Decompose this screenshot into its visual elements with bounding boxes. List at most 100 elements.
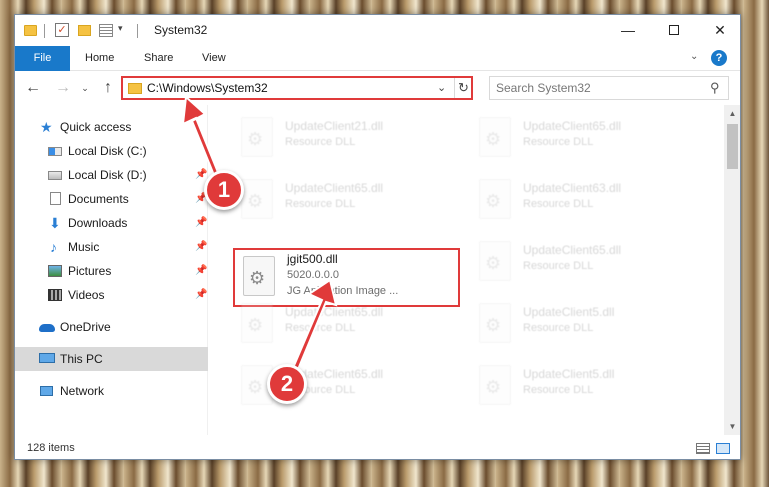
folder-icon <box>24 25 37 36</box>
refresh-button[interactable]: ↻ <box>454 78 472 98</box>
nav-item-network[interactable]: Network <box>15 379 208 403</box>
nav-item-local-disk-d[interactable]: Local Disk (D:) 📌 <box>15 163 208 187</box>
tab-file[interactable]: File <box>15 46 70 71</box>
details-view-icon[interactable] <box>696 443 710 454</box>
properties-icon[interactable] <box>99 24 113 37</box>
recent-locations-icon[interactable]: ⌄ <box>79 78 91 98</box>
tab-share[interactable]: Share <box>144 46 173 71</box>
this-pc-icon <box>39 353 55 363</box>
drive-icon <box>48 147 62 156</box>
gear-icon: ⚙ <box>485 253 502 273</box>
nav-item-label: This PC <box>60 352 103 366</box>
step-badge-2: 2 <box>267 364 307 404</box>
maximize-button[interactable] <box>651 15 697 45</box>
file-item[interactable]: ⚙ UpdateClient65.dll Resource DLL <box>233 357 453 413</box>
scrollbar-thumb[interactable] <box>727 124 738 169</box>
pin-icon[interactable]: 📌 <box>195 235 207 259</box>
minimize-button[interactable]: — <box>605 15 651 45</box>
tab-view[interactable]: View <box>202 46 226 71</box>
file-item[interactable]: ⚙ UpdateClient65.dll Resource DLL <box>471 233 691 289</box>
pin-icon[interactable]: 📌 <box>195 211 207 235</box>
expand-ribbon-icon[interactable]: ⌄ <box>690 51 698 62</box>
onedrive-icon <box>39 324 55 332</box>
documents-icon <box>50 192 61 205</box>
music-icon: ♪ <box>50 239 57 255</box>
nav-item-label: Local Disk (D:) <box>68 168 147 182</box>
search-icon[interactable]: ⚲ <box>710 80 720 96</box>
file-name: UpdateClient5.dll <box>523 305 615 319</box>
nav-item-music[interactable]: ♪ Music 📌 <box>15 235 208 259</box>
item-count: 128 items <box>27 442 75 454</box>
search-box[interactable]: ⚲ <box>489 76 729 100</box>
new-folder-icon[interactable] <box>78 25 91 36</box>
file-item[interactable]: ⚙ UpdateClient65.dll Resource DLL <box>233 171 453 227</box>
star-icon: ★ <box>40 119 53 135</box>
file-description: Resource DLL <box>523 260 594 272</box>
tiles-view-icon[interactable] <box>716 443 730 454</box>
close-button[interactable]: ✕ <box>697 15 740 45</box>
nav-item-pictures[interactable]: Pictures 📌 <box>15 259 208 283</box>
file-item[interactable]: ⚙ UpdateClient65.dll Resource DLL <box>471 109 691 165</box>
file-explorer-window: ✓ ▾ System32 — ✕ File Home Share View ⌄ … <box>14 14 741 460</box>
file-name: UpdateClient65.dll <box>285 305 384 319</box>
gear-icon: ⚙ <box>485 377 502 397</box>
gear-icon: ⚙ <box>485 315 502 335</box>
gear-icon: ⚙ <box>485 129 502 149</box>
nav-item-label: Videos <box>68 288 105 302</box>
nav-item-label: Downloads <box>68 216 128 230</box>
address-history-dropdown-icon[interactable]: ⌄ <box>437 81 446 94</box>
nav-item-label: Network <box>60 384 105 398</box>
file-name: UpdateClient65.dll <box>523 243 622 257</box>
address-path[interactable]: C:\Windows\System32 <box>147 81 268 95</box>
file-name: UpdateClient63.dll <box>523 181 622 195</box>
nav-item-downloads[interactable]: ⬇ Downloads 📌 <box>15 211 208 235</box>
nav-item-label: Quick access <box>60 120 132 134</box>
file-item[interactable]: ⚙ UpdateClient63.dll Resource DLL <box>471 171 691 227</box>
pin-icon[interactable]: 📌 <box>195 283 207 307</box>
forward-button[interactable]: → <box>53 78 73 98</box>
folder-icon <box>128 83 142 94</box>
nav-item-onedrive[interactable]: OneDrive <box>15 315 208 339</box>
help-icon[interactable]: ? <box>711 50 727 66</box>
file-description: Resource DLL <box>523 384 594 396</box>
file-item[interactable]: ⚙ UpdateClient5.dll Resource DLL <box>471 357 691 413</box>
scroll-up-icon[interactable]: ▲ <box>724 105 740 122</box>
nav-item-this-pc[interactable]: This PC <box>15 347 208 371</box>
nav-item-label: Local Disk (C:) <box>68 144 147 158</box>
file-name: UpdateClient5.dll <box>523 367 615 381</box>
tab-home[interactable]: Home <box>85 46 114 71</box>
gear-icon: ⚙ <box>247 191 264 211</box>
file-description: Resource DLL <box>523 136 594 148</box>
nav-item-quick-access[interactable]: ★ Quick access <box>15 115 208 139</box>
address-bar[interactable]: C:\Windows\System32 ⌄ ↻ <box>121 76 473 100</box>
file-description: Resource DLL <box>523 322 594 334</box>
nav-item-documents[interactable]: Documents 📌 <box>15 187 208 211</box>
pictures-icon <box>48 265 62 277</box>
properties-check-icon[interactable]: ✓ <box>55 23 69 37</box>
nav-item-videos[interactable]: Videos 📌 <box>15 283 208 307</box>
file-name: UpdateClient65.dll <box>523 119 622 133</box>
file-description: Resource DLL <box>285 136 356 148</box>
maximize-icon <box>669 25 679 36</box>
vertical-scrollbar[interactable]: ▲ ▼ <box>724 105 740 435</box>
nav-item-label: Music <box>68 240 100 254</box>
search-input[interactable] <box>496 79 696 97</box>
downloads-icon: ⬇ <box>49 215 61 231</box>
title-bar: ✓ ▾ System32 — ✕ <box>15 15 740 46</box>
nav-item-local-disk-c[interactable]: Local Disk (C:) <box>15 139 208 163</box>
nav-item-label: Pictures <box>68 264 112 278</box>
file-item[interactable]: ⚙ UpdateClient5.dll Resource DLL <box>471 295 691 351</box>
nav-item-label: Documents <box>68 192 129 206</box>
network-icon <box>40 386 53 396</box>
file-item[interactable]: ⚙ UpdateClient21.dll Resource DLL <box>233 109 453 165</box>
navigation-bar: ← → ⌄ ↑ C:\Windows\System32 ⌄ ↻ ⚲ <box>15 72 740 105</box>
gear-icon: ⚙ <box>485 191 502 211</box>
pin-icon[interactable]: 📌 <box>195 259 207 283</box>
file-name: UpdateClient21.dll <box>285 119 384 133</box>
file-name: UpdateClient65.dll <box>285 181 384 195</box>
back-button[interactable]: ← <box>23 78 43 98</box>
customize-toolbar-dropdown-icon[interactable]: ▾ <box>118 23 123 39</box>
file-item[interactable]: ⚙ UpdateClient65.dll Resource DLL <box>233 295 453 351</box>
up-button[interactable]: ↑ <box>98 78 118 98</box>
scroll-down-icon[interactable]: ▼ <box>724 418 740 435</box>
